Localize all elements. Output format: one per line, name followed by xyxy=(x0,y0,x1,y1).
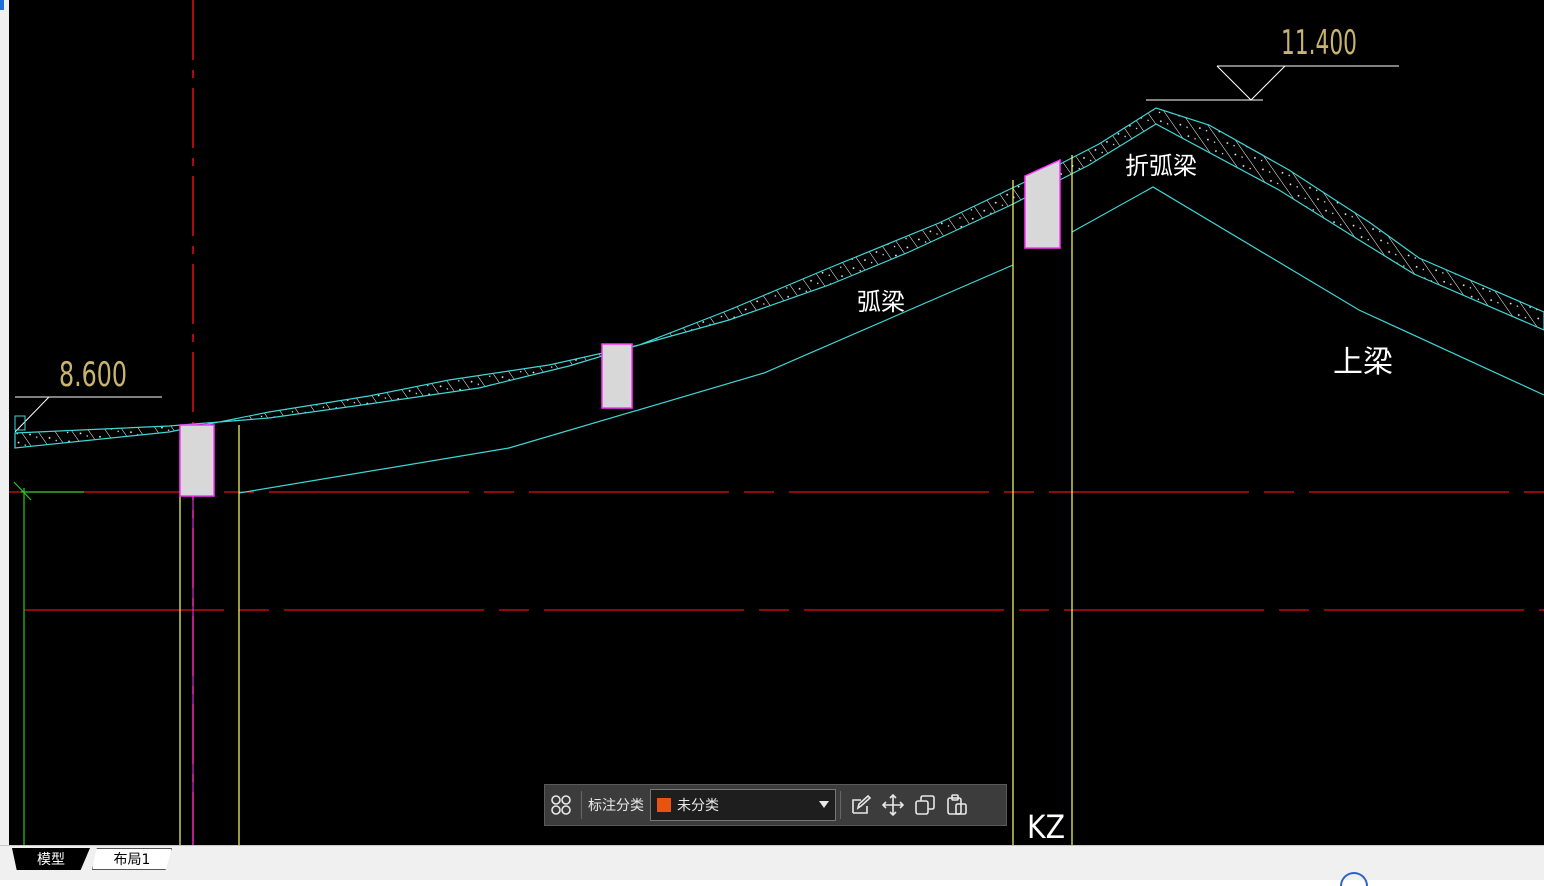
toolbar-separator xyxy=(581,791,582,819)
toolbar-separator xyxy=(840,791,841,819)
edit-icon[interactable] xyxy=(845,789,877,821)
label-bent-arc-beam: 折弧梁 xyxy=(1125,152,1197,180)
beam-section-3[interactable] xyxy=(1024,158,1061,249)
move-icon[interactable] xyxy=(877,789,909,821)
copy-icon[interactable] xyxy=(909,789,941,821)
beam-section-1[interactable] xyxy=(179,424,215,497)
status-indicator-icon xyxy=(1340,872,1368,886)
grid-icon[interactable] xyxy=(545,789,577,821)
elevation-right-text: 11.400 xyxy=(1281,23,1357,63)
tab-layout1[interactable]: 布局1 xyxy=(92,848,172,870)
beam-section-2[interactable] xyxy=(601,343,633,409)
elevation-right-triangle xyxy=(1216,65,1287,101)
elevation-left-triangle xyxy=(14,396,51,433)
layout-tab-bar: 模型 布局1 xyxy=(0,845,1544,886)
cad-drawing: 8.600 11.400 弧梁 折弧梁 上梁 KZ xyxy=(9,0,1544,845)
category-label: 标注分类 xyxy=(588,798,644,814)
ucs-axis-tick xyxy=(13,481,32,501)
category-color-swatch xyxy=(657,798,671,812)
roof-slab xyxy=(14,107,1544,449)
category-select[interactable]: 未分类 xyxy=(650,789,836,821)
label-arc-beam: 弧梁 xyxy=(857,288,905,316)
elevation-left-text: 8.600 xyxy=(59,355,127,395)
left-strip-marker xyxy=(0,0,4,10)
paste-icon[interactable] xyxy=(941,789,973,821)
annotation-toolbar: 标注分类 未分类 xyxy=(544,784,1007,826)
label-upper-beam: 上梁 xyxy=(1333,345,1393,380)
tab-model[interactable]: 模型 xyxy=(12,848,90,870)
cad-drawing-canvas[interactable]: 8.600 11.400 弧梁 折弧梁 上梁 KZ xyxy=(9,0,1544,845)
category-select-value: 未分类 xyxy=(677,798,719,814)
chevron-down-icon xyxy=(819,801,829,808)
label-column: KZ xyxy=(1027,808,1065,845)
